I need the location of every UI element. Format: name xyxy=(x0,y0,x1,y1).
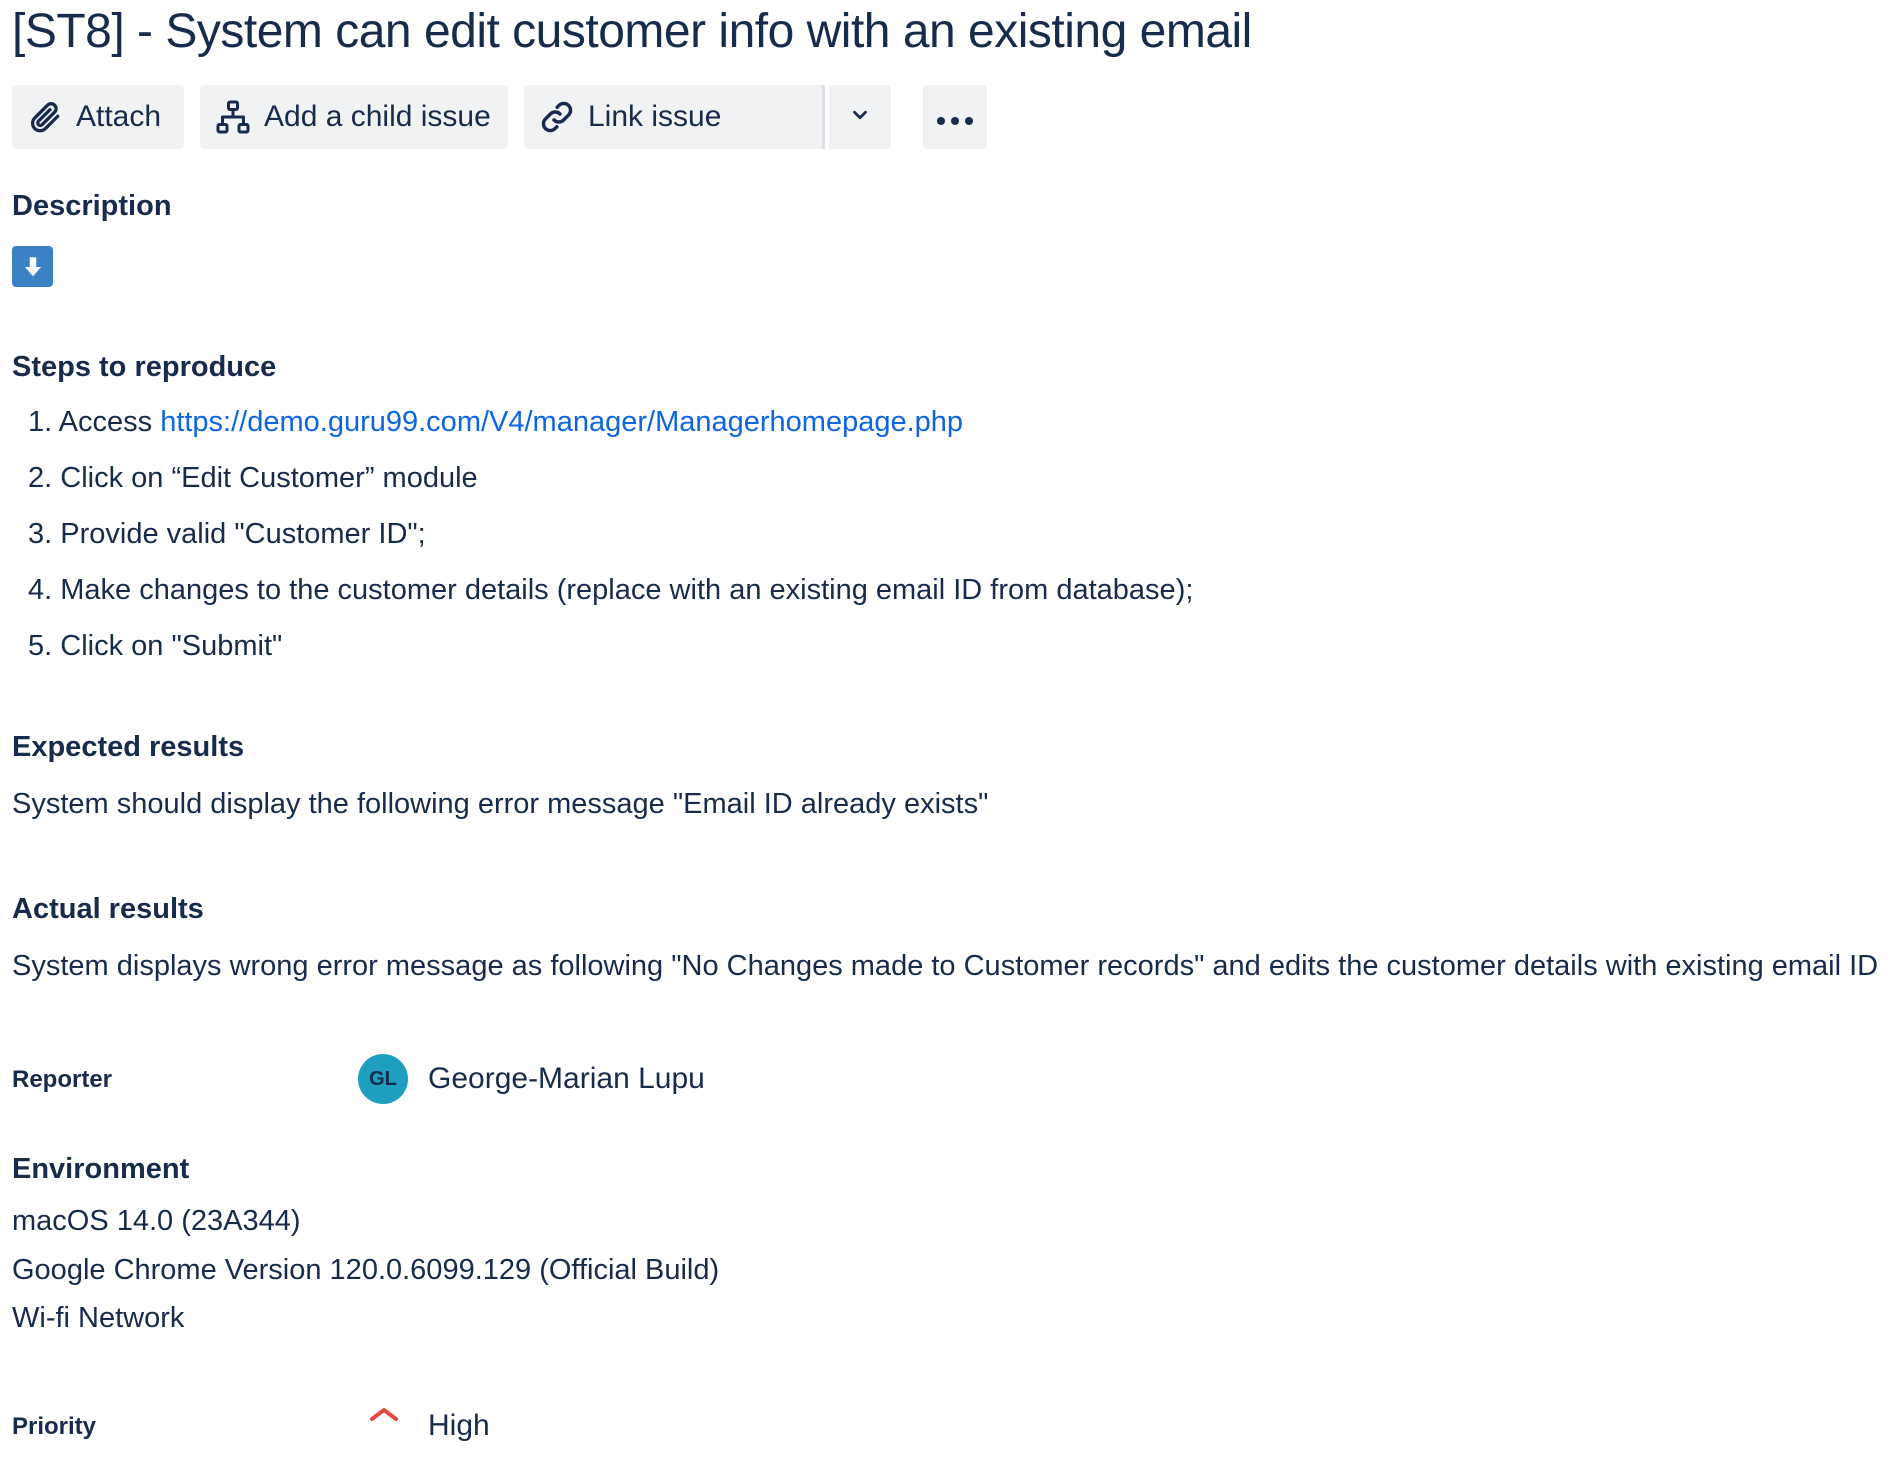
link-issue-dropdown-button[interactable] xyxy=(825,85,891,149)
issue-page: [ST8] - System can edit customer info wi… xyxy=(0,0,1898,1466)
expected-results-text: System should display the following erro… xyxy=(12,788,989,820)
link-issue-button[interactable]: Link issue xyxy=(524,85,822,149)
step-text: Provide valid "Customer ID"; xyxy=(60,518,426,550)
step-text: Click on “Edit Customer” module xyxy=(60,462,478,494)
step-item: 5. Click on "Submit" xyxy=(28,622,1193,678)
step-link[interactable]: https://demo.guru99.com/V4/manager/Manag… xyxy=(160,406,963,438)
priority-value[interactable]: High xyxy=(428,1409,490,1443)
step-text: Make changes to the customer details (re… xyxy=(60,574,1194,606)
reporter-name[interactable]: George-Marian Lupu xyxy=(428,1062,705,1096)
step-text: Access xyxy=(58,406,161,438)
description-heading: Description xyxy=(12,190,172,222)
step-item: 4. Make changes to the customer details … xyxy=(28,566,1193,622)
environment-line: Wi-fi Network xyxy=(12,1302,185,1334)
environment-line: Google Chrome Version 120.0.6099.129 (Of… xyxy=(12,1254,720,1286)
steps-list: 1. Access https://demo.guru99.com/V4/man… xyxy=(28,398,1193,678)
chevron-down-icon xyxy=(849,100,871,134)
step-item: 2. Click on “Edit Customer” module xyxy=(28,454,1193,510)
step-number: 3. xyxy=(28,518,53,550)
link-icon xyxy=(538,98,576,136)
attach-label: Attach xyxy=(76,100,162,133)
more-actions-button[interactable] xyxy=(923,85,987,149)
avatar[interactable]: GL xyxy=(358,1054,408,1104)
priority-label: Priority xyxy=(12,1413,97,1440)
priority-high-icon xyxy=(370,1408,398,1421)
step-number: 4. xyxy=(28,574,53,606)
step-number: 2. xyxy=(28,462,53,494)
environment-heading: Environment xyxy=(12,1153,190,1185)
issue-toolbar: Attach Add a child issue Link issue xyxy=(12,85,987,149)
step-number: 5. xyxy=(28,630,53,662)
paperclip-icon xyxy=(26,98,64,136)
steps-heading: Steps to reproduce xyxy=(12,351,277,383)
child-issue-icon xyxy=(214,98,252,136)
actual-results-text: System displays wrong error message as f… xyxy=(12,950,1879,982)
step-item: 3. Provide valid "Customer ID"; xyxy=(28,510,1193,566)
expected-results-heading: Expected results xyxy=(12,731,245,763)
issue-title[interactable]: [ST8] - System can edit customer info wi… xyxy=(12,4,1252,59)
step-item: 1. Access https://demo.guru99.com/V4/man… xyxy=(28,398,1193,454)
step-text: Click on "Submit" xyxy=(60,630,283,662)
add-child-issue-button[interactable]: Add a child issue xyxy=(200,85,508,149)
attach-button[interactable]: Attach xyxy=(12,85,184,149)
reporter-label: Reporter xyxy=(12,1066,113,1093)
add-child-issue-label: Add a child issue xyxy=(264,100,491,133)
arrow-down-icon xyxy=(12,246,53,287)
environment-line: macOS 14.0 (23A344) xyxy=(12,1205,301,1237)
step-number: 1. xyxy=(28,406,53,438)
link-issue-label: Link issue xyxy=(588,100,722,133)
more-icon xyxy=(935,100,975,134)
avatar-initials: GL xyxy=(369,1067,397,1090)
actual-results-heading: Actual results xyxy=(12,893,204,925)
